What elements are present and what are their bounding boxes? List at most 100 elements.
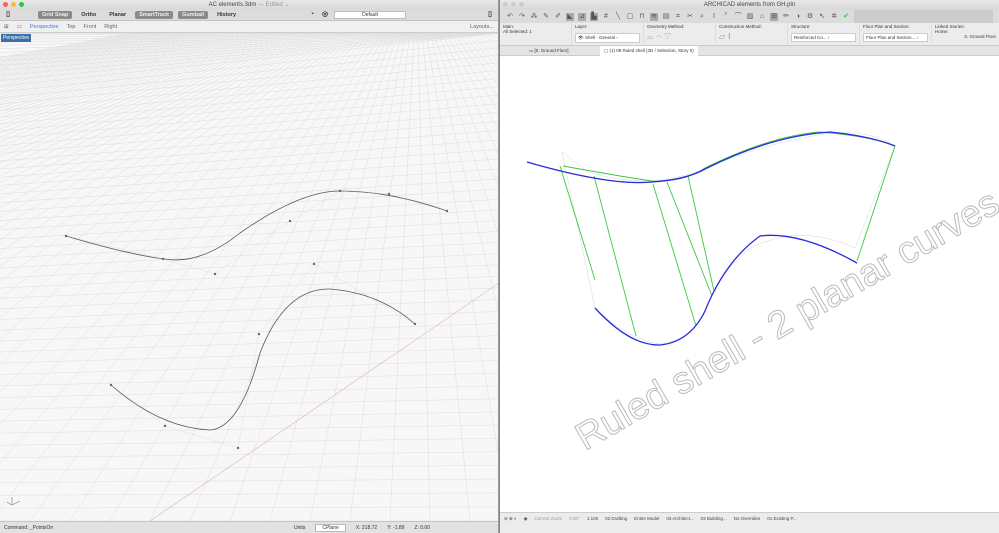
history-toggle[interactable]: History xyxy=(213,11,240,19)
home-story-value[interactable]: 0. Ground Floor xyxy=(935,34,996,39)
close-button[interactable] xyxy=(503,2,508,7)
grid-line xyxy=(0,78,498,125)
grid-line xyxy=(0,178,498,212)
scissors-icon[interactable]: ✂ xyxy=(686,13,694,21)
mvo-select[interactable]: 03 Building... xyxy=(701,516,727,521)
model-view[interactable]: Entire Model xyxy=(634,516,659,521)
layouts-button[interactable]: Layouts... xyxy=(470,24,494,30)
grid-layout-icon[interactable]: ⊞ xyxy=(4,24,9,30)
sidebar-toggle-icon[interactable]: ▯ xyxy=(4,11,12,19)
orbit-icon[interactable]: ◉ xyxy=(524,516,528,522)
home-icon[interactable]: ⌂ xyxy=(758,13,766,21)
structure-select[interactable]: Reinforced Co... › xyxy=(791,33,856,42)
grid-icon[interactable]: # xyxy=(602,13,610,21)
pen-set[interactable]: 03 Architect... xyxy=(666,516,693,521)
tab-label: [0. Ground Floor] xyxy=(534,47,569,53)
tab-right[interactable]: Right xyxy=(104,24,117,30)
right-panel-toggle-icon[interactable]: ▯ xyxy=(486,11,494,19)
snap-icon[interactable]: ◣ xyxy=(566,12,574,21)
zoom-button[interactable] xyxy=(19,2,24,7)
3d-window[interactable]: Ruled shell - 2 planar curves xyxy=(500,56,999,512)
rotation-angle[interactable]: 0.00° xyxy=(569,516,580,521)
minimize-button[interactable] xyxy=(511,2,516,7)
pick-icon[interactable]: ⁂ xyxy=(530,13,538,21)
redo-icon[interactable]: ↷ xyxy=(518,13,526,21)
cplane-select[interactable]: CPlane xyxy=(315,523,346,532)
graphic-override[interactable]: No Overrides xyxy=(734,516,761,521)
lock-icon[interactable]: ⊓ xyxy=(638,13,646,21)
gear-icon[interactable]: ✲ xyxy=(830,13,838,21)
layer-name: Default xyxy=(362,12,378,18)
view-icon[interactable]: ▤ xyxy=(662,13,670,21)
check-icon[interactable]: ✔ xyxy=(842,13,850,21)
construction-method-buttons[interactable]: ▱ ⌇ xyxy=(719,32,784,41)
grid-view-icon[interactable]: ⊞ xyxy=(770,12,778,21)
marquee-icon[interactable]: ▢ xyxy=(626,13,634,21)
info-box: Main: All Selected: 1 Layer: 👁 Shell - Gen… xyxy=(500,23,999,46)
grid-line xyxy=(0,451,498,458)
tab-label: (1) 09 Ruled shell (3D / Selection, Stor… xyxy=(609,47,694,53)
ortho-toggle[interactable]: Ortho xyxy=(77,11,100,19)
settings-icon[interactable]: ⚙ xyxy=(806,13,814,21)
current-zoom[interactable]: Current Zoom xyxy=(535,516,563,521)
pointer-icon[interactable]: ↖ xyxy=(818,13,826,21)
layer-icon[interactable]: ◔ xyxy=(308,11,316,19)
layer-combination[interactable]: 02 Drafting xyxy=(605,516,627,521)
structure-value: Reinforced Co... xyxy=(794,35,827,40)
undo-icon[interactable]: ↶ xyxy=(506,13,514,21)
grid-snap-icon[interactable]: ▙ xyxy=(590,12,598,21)
grid-line xyxy=(0,33,371,464)
renovation-filter[interactable]: 01 Existing P... xyxy=(767,516,796,521)
arc-icon[interactable]: ⌒ xyxy=(734,13,742,21)
grid-line xyxy=(0,372,498,387)
grid-line xyxy=(0,438,498,446)
search-icon[interactable]: ⌕ xyxy=(698,13,706,21)
control-points[interactable] xyxy=(64,189,449,450)
lower-curve[interactable] xyxy=(110,288,416,431)
grid-line xyxy=(389,33,415,521)
tab-perspective[interactable]: Perspective xyxy=(30,24,59,30)
viewport-scene xyxy=(0,33,498,521)
scale-select[interactable]: 1:100 xyxy=(587,516,598,521)
grid-line xyxy=(149,33,391,521)
grid-line xyxy=(109,33,387,521)
grid-line xyxy=(485,33,498,43)
gumball-toggle[interactable]: Gumball xyxy=(178,11,209,19)
command-line[interactable]: Command: _PointsOn xyxy=(4,525,53,531)
eyedropper-icon[interactable]: ✎ xyxy=(542,13,550,21)
perspective-viewport[interactable]: Perspective xyxy=(0,33,498,521)
grid-snap-toggle[interactable]: Grid Snap xyxy=(38,11,73,19)
measure-icon[interactable]: ╲ xyxy=(614,13,622,21)
layer-icon[interactable]: ≋ xyxy=(650,12,658,21)
teamwork-icon[interactable]: ◑ xyxy=(794,13,802,21)
edit-icon[interactable]: ✏ xyxy=(782,13,790,21)
viewport-tabs: ⊞ ▭ Perspective Top Front Right Layouts..… xyxy=(0,21,498,33)
osnap-icon[interactable]: ◎ xyxy=(321,11,329,19)
layer-selector[interactable]: Default xyxy=(334,11,406,19)
tab-top[interactable]: Top xyxy=(67,24,76,30)
corner-icon[interactable]: ⌜ xyxy=(722,13,730,21)
minimize-button[interactable] xyxy=(11,2,16,7)
text-icon[interactable]: I xyxy=(710,13,718,21)
trim-icon[interactable]: ⌗ xyxy=(674,13,682,21)
tab-3d-selection[interactable]: ▢ (1) 09 Ruled shell (3D / Selection, St… xyxy=(600,45,698,56)
zoom-button[interactable] xyxy=(519,2,524,7)
planar-toggle[interactable]: Planar xyxy=(105,11,130,19)
fps-select[interactable]: Floor Plan and Section... › xyxy=(863,33,928,42)
single-view-icon[interactable]: ▭ xyxy=(17,24,22,30)
tab-front[interactable]: Front xyxy=(83,24,96,30)
guide-icon[interactable]: ⊿ xyxy=(578,12,586,21)
zoom-icons[interactable]: ⊖ ⊕ ⌕ xyxy=(504,516,517,522)
axis-gizmo-icon xyxy=(6,497,21,506)
ruled-shell-surface[interactable] xyxy=(561,132,896,345)
y-coordinate: Y: -1.89 xyxy=(387,524,405,531)
layer-select[interactable]: 👁 Shell - General › xyxy=(575,33,640,43)
geometry-method-buttons[interactable]: ⌓ ⌒ ▽ xyxy=(647,32,712,42)
archicad-window: ARCHICAD elements from GH.pln ↶ ↷ ⁂ ✎ ✐ ◣ ⊿ ▙… xyxy=(500,0,999,533)
syringe-icon[interactable]: ✐ xyxy=(554,13,562,21)
close-button[interactable] xyxy=(3,2,8,7)
tab-ground-floor[interactable]: ▭ [0. Ground Floor] xyxy=(525,46,600,56)
frame-icon[interactable]: ▨ xyxy=(746,13,754,21)
grid-line xyxy=(0,398,498,410)
smarttrack-toggle[interactable]: SmartTrack xyxy=(135,11,174,19)
